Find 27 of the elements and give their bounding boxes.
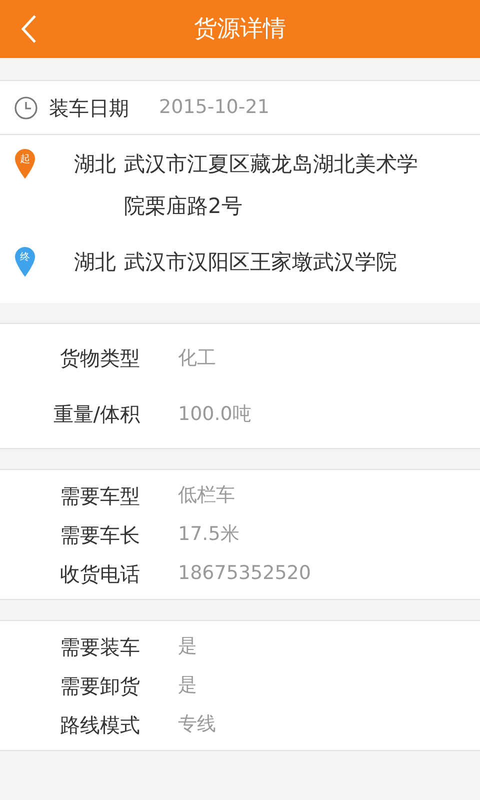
field-label: 收货电话 (59, 560, 140, 588)
field-value: 低栏车 (178, 483, 235, 508)
map-pin-icon: 起 (14, 148, 36, 180)
field-label: 需要车型 (59, 482, 140, 510)
field-value: 专线 (178, 712, 216, 738)
field-label: 装车日期 (49, 94, 129, 122)
field-value: 18675352520 (178, 561, 311, 586)
field-label: 重量/体积 (52, 401, 140, 428)
province-text: 湖北 (74, 151, 116, 178)
field-value: 是 (178, 634, 197, 660)
field-label: 需要车长 (59, 522, 140, 548)
back-icon (20, 14, 38, 44)
field-value: 17.5米 (178, 522, 240, 548)
field-value: 是 (178, 673, 197, 698)
field-value: 化工 (178, 346, 216, 371)
field-label: 需要卸货 (59, 672, 140, 700)
clock-icon (14, 96, 38, 120)
map-pin-icon: 终 (14, 246, 36, 278)
field-label: 需要装车 (59, 634, 140, 660)
address-text: 武汉市汉阳区王家墩武汉学院 (124, 249, 398, 276)
field-label: 货物类型 (59, 345, 140, 372)
field-value: 100.0吨 (178, 402, 252, 427)
province-text: 湖北 (74, 249, 116, 276)
field-value: 2015-10-21 (159, 95, 270, 120)
field-label: 路线模式 (59, 712, 140, 738)
address-text: 武汉市江夏区藏龙岛湖北美术学院栗庙路2号 (124, 151, 419, 220)
window-title: 货源详情 (194, 14, 286, 44)
